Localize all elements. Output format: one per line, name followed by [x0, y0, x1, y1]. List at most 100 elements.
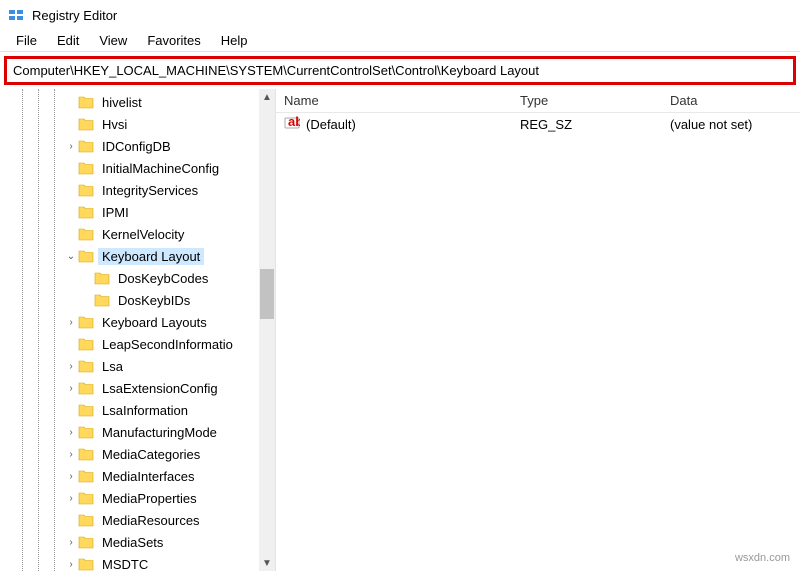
tree-item[interactable]: ⌄ Keyboard Layout [0, 245, 259, 267]
column-header-type[interactable]: Type [512, 93, 662, 108]
tree-item-label: DosKeybCodes [114, 270, 212, 287]
tree-item-label: MediaInterfaces [98, 468, 199, 485]
tree-item-label: KernelVelocity [98, 226, 188, 243]
tree-item-label: Hvsi [98, 116, 131, 133]
tree-item[interactable]: › LsaExtensionConfig [0, 377, 259, 399]
expander-icon[interactable]: › [64, 493, 78, 504]
list-pane: Name Type Data ab (Default) REG_SZ (valu… [276, 89, 800, 571]
folder-icon [78, 183, 94, 197]
folder-icon [78, 447, 94, 461]
value-name: (Default) [306, 117, 356, 132]
addressbar[interactable]: Computer\HKEY_LOCAL_MACHINE\SYSTEM\Curre… [4, 56, 796, 85]
tree-item[interactable]: › IDConfigDB [0, 135, 259, 157]
tree-item-label: IntegrityServices [98, 182, 202, 199]
tree-item-label: LeapSecondInformatio [98, 336, 237, 353]
tree-item-label: Keyboard Layouts [98, 314, 211, 331]
tree-item[interactable]: ›LsaInformation [0, 399, 259, 421]
tree-item[interactable]: › ManufacturingMode [0, 421, 259, 443]
folder-icon [78, 425, 94, 439]
expander-icon[interactable]: › [64, 383, 78, 394]
folder-icon [78, 117, 94, 131]
expander-icon[interactable]: › [64, 471, 78, 482]
folder-icon [94, 271, 110, 285]
folder-icon [78, 359, 94, 373]
scroll-down-arrow[interactable]: ▼ [259, 555, 275, 571]
scroll-thumb[interactable] [260, 269, 274, 319]
tree-item[interactable]: › MediaInterfaces [0, 465, 259, 487]
tree-view[interactable]: ›hivelist›Hvsi›IDConfigDB›InitialMachine… [0, 89, 259, 571]
folder-icon [78, 403, 94, 417]
folder-icon [78, 469, 94, 483]
expander-icon[interactable]: › [64, 449, 78, 460]
folder-icon [78, 315, 94, 329]
column-header-data[interactable]: Data [662, 93, 800, 108]
tree-item[interactable]: ›InitialMachineConfig [0, 157, 259, 179]
tree-item-label: LsaInformation [98, 402, 192, 419]
folder-icon [78, 491, 94, 505]
tree-item-label: InitialMachineConfig [98, 160, 223, 177]
list-header: Name Type Data [276, 89, 800, 113]
watermark: wsxdn.com [735, 552, 790, 564]
tree-item[interactable]: › Lsa [0, 355, 259, 377]
expander-icon[interactable]: › [64, 537, 78, 548]
folder-icon [78, 139, 94, 153]
expander-icon[interactable]: › [64, 361, 78, 372]
regedit-icon [8, 7, 24, 23]
folder-icon [78, 535, 94, 549]
string-value-icon: ab [284, 115, 300, 134]
tree-item-label: ManufacturingMode [98, 424, 221, 441]
tree-item[interactable]: ›hivelist [0, 91, 259, 113]
folder-icon [78, 513, 94, 527]
list-row[interactable]: ab (Default) REG_SZ (value not set) [276, 113, 800, 135]
expander-icon[interactable]: › [64, 317, 78, 328]
value-data: (value not set) [662, 117, 800, 132]
tree-item[interactable]: › MediaSets [0, 531, 259, 553]
expander-icon[interactable]: › [64, 141, 78, 152]
tree-pane: ›hivelist›Hvsi›IDConfigDB›InitialMachine… [0, 89, 276, 571]
tree-item[interactable]: ›IntegrityServices [0, 179, 259, 201]
tree-item-label: MediaCategories [98, 446, 204, 463]
tree-item-label: Keyboard Layout [98, 248, 204, 265]
tree-item-label: MediaSets [98, 534, 167, 551]
menubar: File Edit View Favorites Help [0, 30, 800, 52]
tree-item[interactable]: › Keyboard Layouts [0, 311, 259, 333]
folder-icon [78, 205, 94, 219]
expander-icon[interactable]: ⌄ [64, 251, 78, 262]
menu-view[interactable]: View [91, 31, 135, 50]
folder-icon [78, 249, 94, 263]
tree-scrollbar[interactable]: ▲ ▼ [259, 89, 275, 571]
main-content: ›hivelist›Hvsi›IDConfigDB›InitialMachine… [0, 89, 800, 571]
value-type: REG_SZ [512, 117, 662, 132]
menu-help[interactable]: Help [213, 31, 256, 50]
addressbar-container: Computer\HKEY_LOCAL_MACHINE\SYSTEM\Curre… [0, 52, 800, 89]
tree-item-label: IDConfigDB [98, 138, 175, 155]
folder-icon [78, 227, 94, 241]
tree-item[interactable]: ›Hvsi [0, 113, 259, 135]
menu-favorites[interactable]: Favorites [139, 31, 208, 50]
tree-item[interactable]: ›DosKeybCodes [0, 267, 259, 289]
folder-icon [78, 381, 94, 395]
tree-item[interactable]: ›MediaResources [0, 509, 259, 531]
tree-item[interactable]: ›MSDTC [0, 553, 259, 571]
tree-item[interactable]: › MediaCategories [0, 443, 259, 465]
folder-icon [78, 161, 94, 175]
tree-item-label: LsaExtensionConfig [98, 380, 222, 397]
tree-item[interactable]: ›DosKeybIDs [0, 289, 259, 311]
tree-item-label: hivelist [98, 94, 146, 111]
menu-file[interactable]: File [8, 31, 45, 50]
tree-item-label: Lsa [98, 358, 127, 375]
tree-item[interactable]: ›IPMI [0, 201, 259, 223]
column-header-name[interactable]: Name [276, 93, 512, 108]
tree-item-label: IPMI [98, 204, 133, 221]
tree-item-label: MediaProperties [98, 490, 201, 507]
folder-icon [78, 337, 94, 351]
expander-icon[interactable]: › [64, 427, 78, 438]
window-title: Registry Editor [32, 8, 117, 23]
tree-item[interactable]: ›KernelVelocity [0, 223, 259, 245]
menu-edit[interactable]: Edit [49, 31, 87, 50]
tree-item[interactable]: › MediaProperties [0, 487, 259, 509]
folder-icon [94, 293, 110, 307]
expander-icon[interactable]: › [64, 559, 78, 570]
tree-item[interactable]: ›LeapSecondInformatio [0, 333, 259, 355]
scroll-up-arrow[interactable]: ▲ [259, 89, 275, 105]
